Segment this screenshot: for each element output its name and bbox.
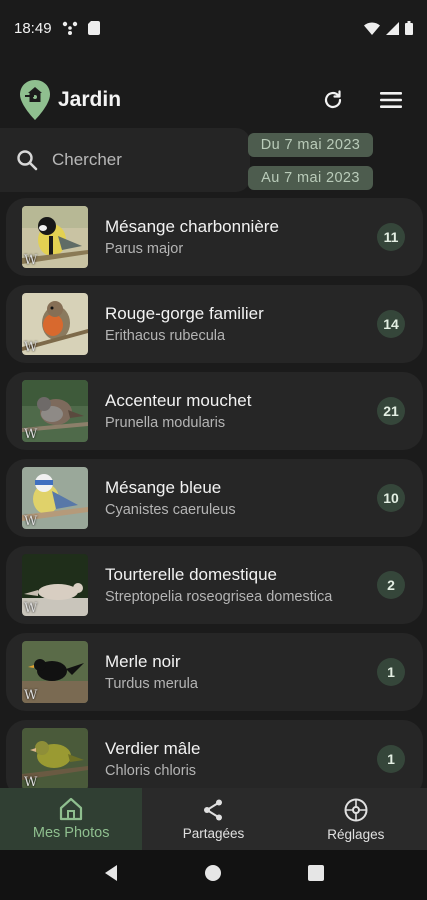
menu-button[interactable] xyxy=(371,80,411,120)
photo-count-badge: 10 xyxy=(377,484,405,512)
list-item[interactable]: W Tourterelle domestique Streptopelia ro… xyxy=(6,546,423,624)
settings-icon xyxy=(344,798,368,821)
bird-photo: W xyxy=(22,380,88,442)
list-item[interactable]: W Mésange charbonnière Parus major 11 xyxy=(6,198,423,276)
latin-name: Turdus merula xyxy=(105,676,198,692)
refresh-icon xyxy=(324,90,342,109)
common-name: Tourterelle domestique xyxy=(105,565,277,584)
list-item[interactable]: W Verdier mâle Chloris chloris 1 xyxy=(6,720,423,798)
search-input[interactable]: Chercher xyxy=(0,128,250,192)
home-circle-icon xyxy=(205,864,222,881)
home-button[interactable] xyxy=(204,864,222,887)
common-name: Mésange charbonnière xyxy=(105,217,279,236)
wifi-icon xyxy=(364,21,380,35)
latin-name: Chloris chloris xyxy=(105,763,197,779)
search-icon xyxy=(17,150,38,171)
bird-photo: W xyxy=(22,641,88,703)
nav-label: Partagées xyxy=(182,825,245,841)
home-icon xyxy=(60,797,83,821)
location-pin-birdhouse-icon xyxy=(18,79,52,121)
nav-item-partagees[interactable]: Partagées xyxy=(142,788,284,850)
date-to-chip[interactable]: Au 7 mai 2023 xyxy=(248,166,373,190)
refresh-button[interactable] xyxy=(313,80,353,120)
nav-label: Mes Photos xyxy=(32,825,110,841)
back-button[interactable] xyxy=(103,864,119,887)
common-name: Accenteur mouchet xyxy=(105,391,252,410)
nav-label: Réglages xyxy=(327,826,385,842)
photo-count-badge: 2 xyxy=(377,571,405,599)
list-item[interactable]: W Merle noir Turdus merula 1 xyxy=(6,633,423,711)
status-time: 18:49 xyxy=(14,19,52,37)
common-name: Merle noir xyxy=(105,652,181,671)
latin-name: Cyanistes caeruleus xyxy=(105,502,236,518)
common-name: Mésange bleue xyxy=(105,478,222,497)
bird-photo: W xyxy=(22,467,88,529)
latin-name: Streptopelia roseogrisea domestica xyxy=(105,589,333,605)
battery-icon xyxy=(405,21,413,35)
latin-name: Prunella modularis xyxy=(105,415,226,431)
page-title: Jardin xyxy=(58,88,122,111)
recents-button[interactable] xyxy=(308,864,325,886)
list-item[interactable]: W Rouge-gorge familier Erithacus rubecul… xyxy=(6,285,423,363)
status-bar: 18:49 xyxy=(0,0,427,56)
list-item[interactable]: W Accenteur mouchet Prunella modularis 2… xyxy=(6,372,423,450)
photo-count-badge: 11 xyxy=(377,223,405,251)
bird-photo: W xyxy=(22,728,88,790)
fan-icon xyxy=(62,21,78,35)
common-name: Rouge-gorge familier xyxy=(105,304,264,323)
photo-count-badge: 1 xyxy=(377,658,405,686)
recents-square-icon xyxy=(308,864,325,881)
photo-count-badge: 14 xyxy=(377,310,405,338)
photo-count-badge: 1 xyxy=(377,745,405,773)
app-header: Jardin xyxy=(0,76,427,124)
bird-photo: W xyxy=(22,554,88,616)
back-triangle-icon xyxy=(104,864,117,881)
sim-card-icon xyxy=(87,21,100,35)
list-item[interactable]: W Mésange bleue Cyanistes caeruleus 10 xyxy=(6,459,423,537)
photo-count-badge: 21 xyxy=(377,397,405,425)
bottom-nav: Mes Photos Partagées Réglages xyxy=(0,788,427,850)
date-from-chip[interactable]: Du 7 mai 2023 xyxy=(248,133,373,157)
hamburger-menu-icon xyxy=(380,92,402,108)
share-icon xyxy=(204,799,223,820)
latin-name: Parus major xyxy=(105,241,184,257)
bird-photo: W xyxy=(22,206,88,268)
search-placeholder: Chercher xyxy=(52,150,122,169)
nav-item-reglages[interactable]: Réglages xyxy=(285,788,427,850)
latin-name: Erithacus rubecula xyxy=(105,328,226,344)
bird-photo: W xyxy=(22,293,88,355)
signal-icon xyxy=(386,21,399,35)
common-name: Verdier mâle xyxy=(105,739,201,758)
system-nav-bar xyxy=(0,850,427,900)
nav-item-mes-photos[interactable]: Mes Photos xyxy=(0,788,143,850)
